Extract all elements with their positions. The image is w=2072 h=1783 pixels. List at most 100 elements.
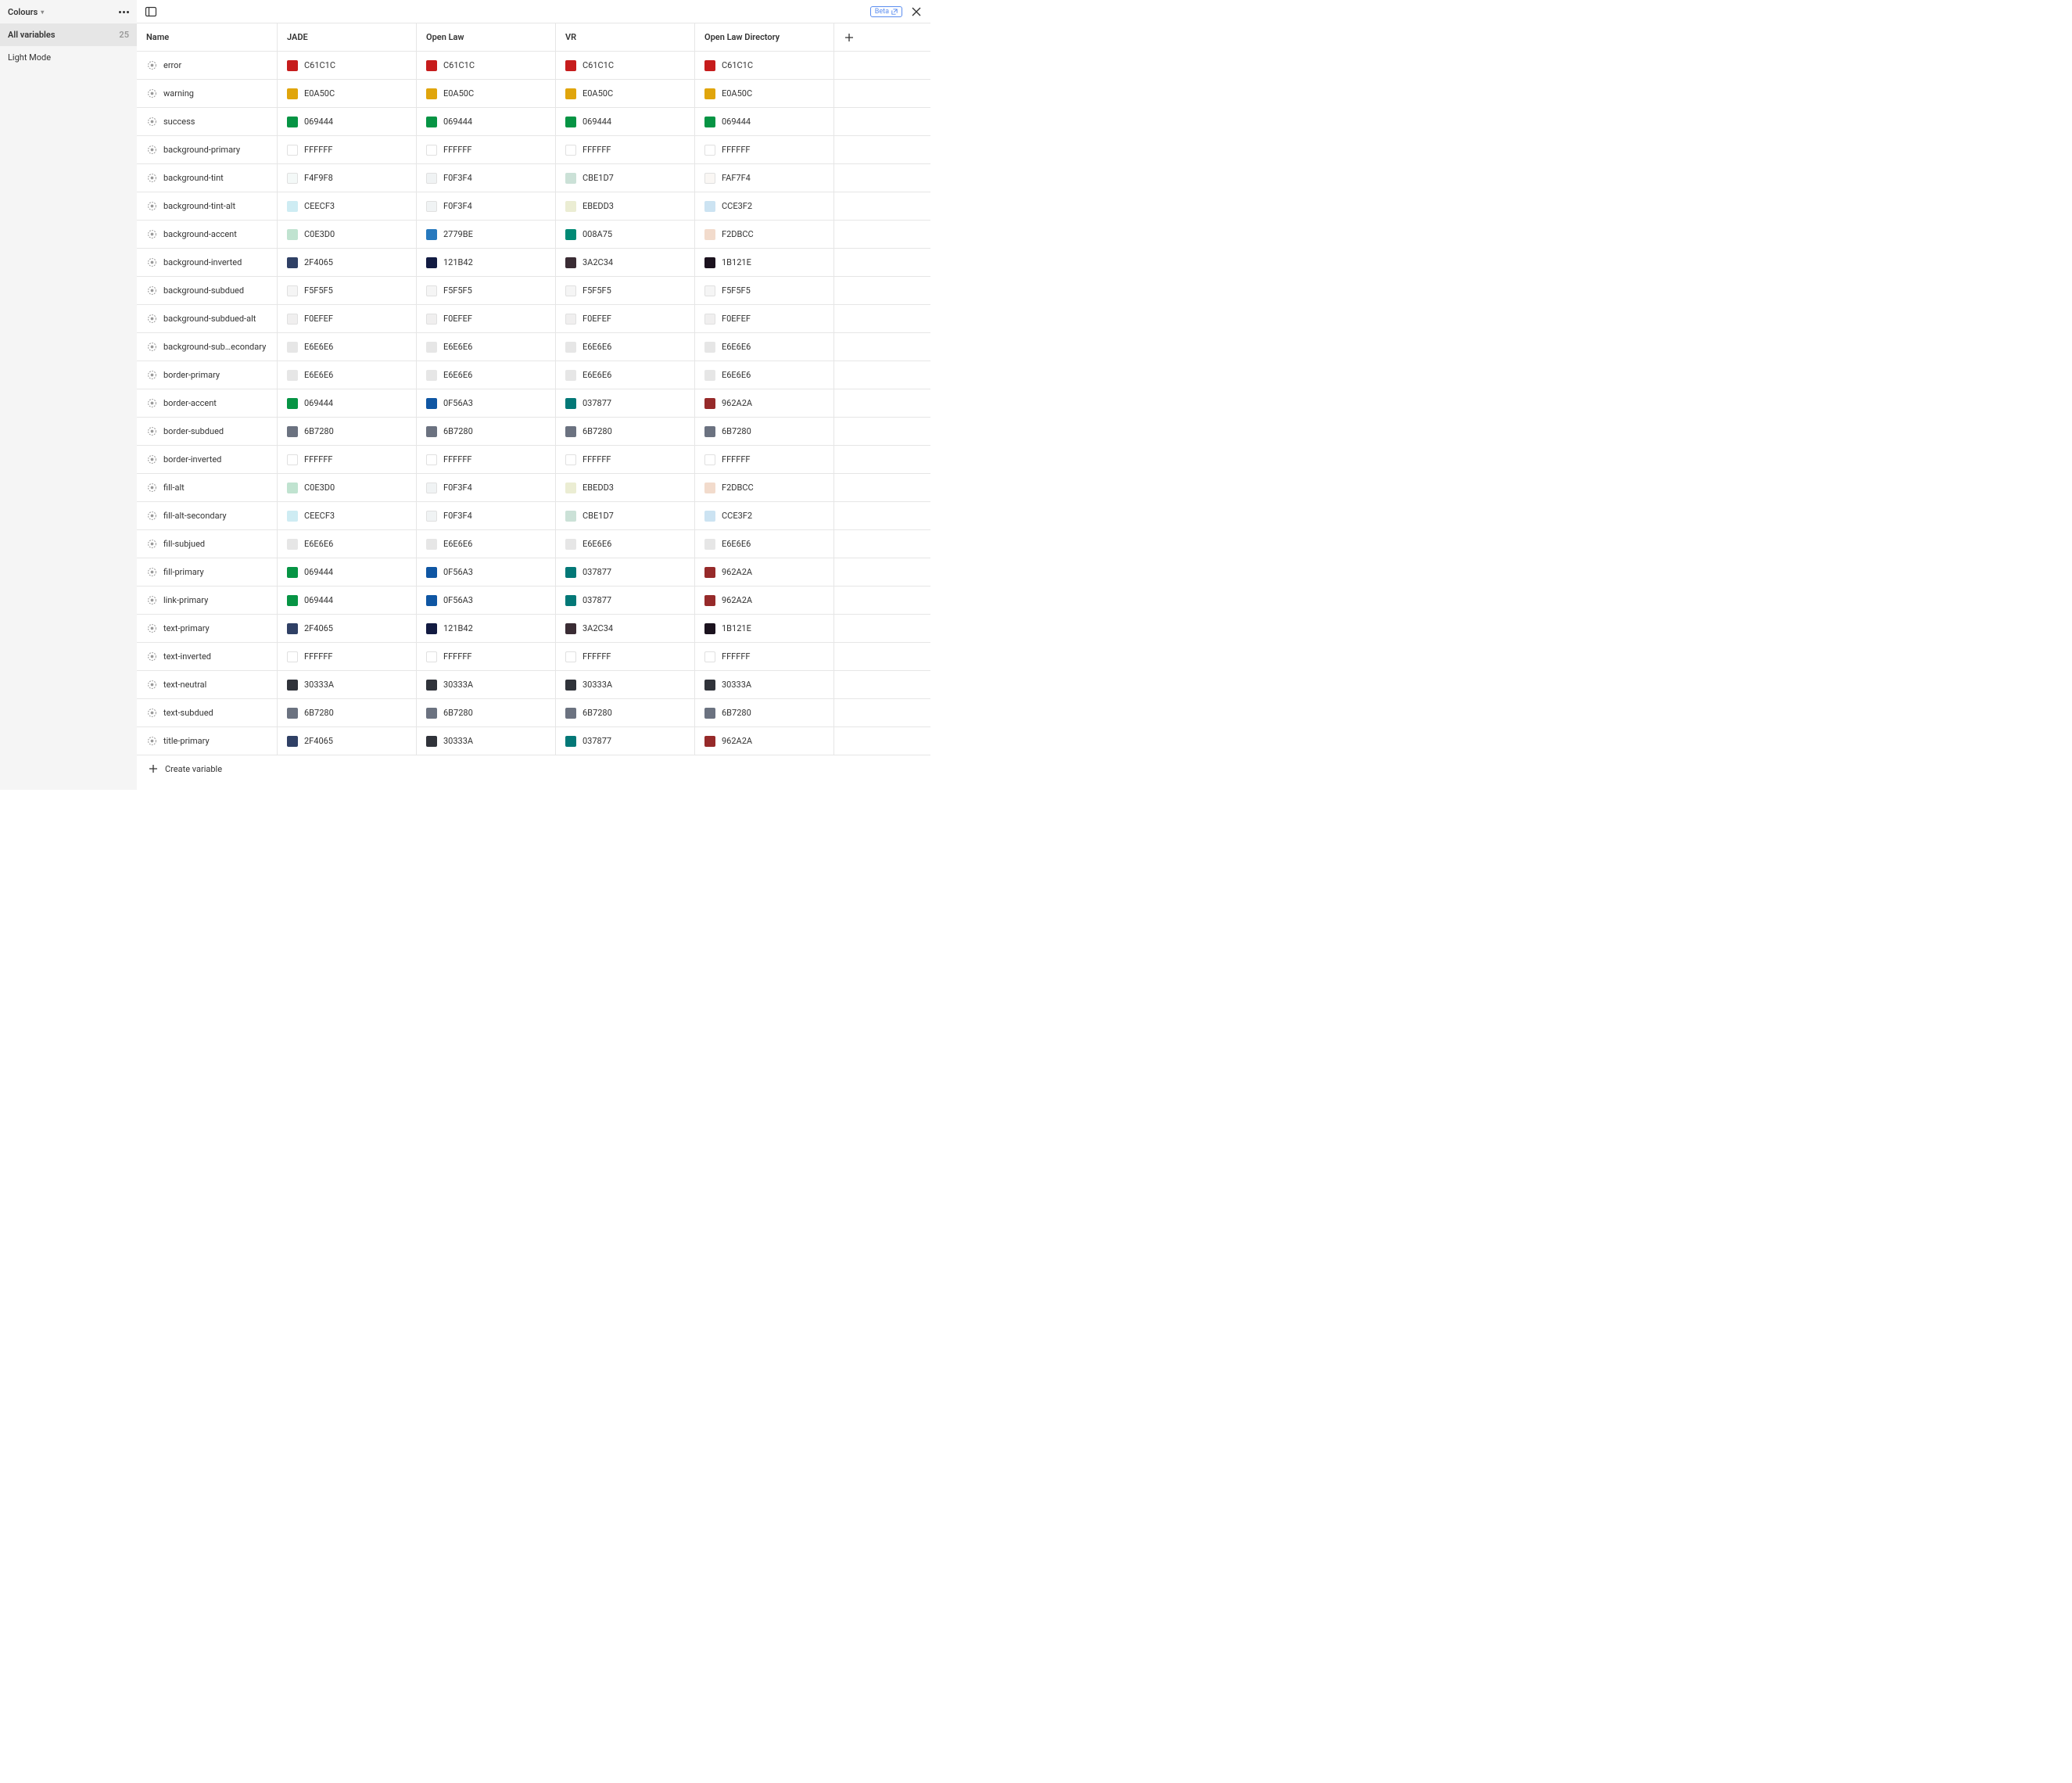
variable-name-cell[interactable]: background-subdued-alt — [137, 305, 278, 332]
variable-name-cell[interactable]: background-inverted — [137, 249, 278, 276]
color-value-cell[interactable]: FFFFFF — [556, 643, 695, 670]
color-value-cell[interactable]: EBEDD3 — [556, 474, 695, 501]
color-value-cell[interactable]: 069444 — [556, 108, 695, 135]
color-value-cell[interactable]: 1B121E — [695, 615, 834, 642]
variable-name-cell[interactable]: fill-alt — [137, 474, 278, 501]
color-value-cell[interactable]: E0A50C — [417, 80, 556, 107]
color-value-cell[interactable]: 30333A — [417, 727, 556, 755]
column-header-mode[interactable]: Open Law Directory — [695, 23, 834, 51]
sidebar-item-light-mode[interactable]: Light Mode — [0, 46, 137, 69]
color-value-cell[interactable]: CCE3F2 — [695, 192, 834, 220]
color-value-cell[interactable]: 962A2A — [695, 389, 834, 417]
variable-name-cell[interactable]: background-subdued — [137, 277, 278, 304]
color-value-cell[interactable]: FFFFFF — [417, 446, 556, 473]
color-value-cell[interactable]: E0A50C — [695, 80, 834, 107]
table-row[interactable]: background-tintF4F9F8F0F3F4CBE1D7FAF7F4 — [137, 164, 930, 192]
color-value-cell[interactable]: 0F56A3 — [417, 558, 556, 586]
table-row[interactable]: text-subdued6B72806B72806B72806B7280 — [137, 699, 930, 727]
color-value-cell[interactable]: 6B7280 — [556, 699, 695, 726]
color-value-cell[interactable]: EBEDD3 — [556, 192, 695, 220]
table-row[interactable]: background-primaryFFFFFFFFFFFFFFFFFFFFFF… — [137, 136, 930, 164]
color-value-cell[interactable]: 2F4065 — [278, 615, 417, 642]
color-value-cell[interactable]: E6E6E6 — [417, 361, 556, 389]
table-row[interactable]: background-accentC0E3D02779BE008A75F2DBC… — [137, 221, 930, 249]
color-value-cell[interactable]: 6B7280 — [556, 418, 695, 445]
variable-name-cell[interactable]: border-subdued — [137, 418, 278, 445]
color-value-cell[interactable]: 2F4065 — [278, 249, 417, 276]
color-value-cell[interactable]: 121B42 — [417, 615, 556, 642]
color-value-cell[interactable]: F0F3F4 — [417, 164, 556, 192]
color-value-cell[interactable]: F0EFEF — [556, 305, 695, 332]
table-row[interactable]: link-primary0694440F56A3037877962A2A — [137, 587, 930, 615]
variable-name-cell[interactable]: text-subdued — [137, 699, 278, 726]
color-value-cell[interactable]: 037877 — [556, 727, 695, 755]
variable-name-cell[interactable]: background-sub…econdary — [137, 333, 278, 361]
variable-name-cell[interactable]: fill-subjued — [137, 530, 278, 558]
variable-name-cell[interactable]: text-inverted — [137, 643, 278, 670]
color-value-cell[interactable]: 069444 — [278, 587, 417, 614]
variable-name-cell[interactable]: background-accent — [137, 221, 278, 248]
table-row[interactable]: errorC61C1CC61C1CC61C1CC61C1C — [137, 52, 930, 80]
color-value-cell[interactable]: CCE3F2 — [695, 502, 834, 529]
variable-name-cell[interactable]: border-primary — [137, 361, 278, 389]
variable-name-cell[interactable]: border-accent — [137, 389, 278, 417]
color-value-cell[interactable]: 6B7280 — [417, 699, 556, 726]
color-value-cell[interactable]: 0F56A3 — [417, 389, 556, 417]
color-value-cell[interactable]: CBE1D7 — [556, 502, 695, 529]
color-value-cell[interactable]: F0EFEF — [278, 305, 417, 332]
add-mode-column[interactable] — [834, 23, 930, 51]
color-value-cell[interactable]: FFFFFF — [278, 643, 417, 670]
color-value-cell[interactable]: CEECF3 — [278, 502, 417, 529]
color-value-cell[interactable]: F0EFEF — [695, 305, 834, 332]
color-value-cell[interactable]: E6E6E6 — [695, 361, 834, 389]
color-value-cell[interactable]: FFFFFF — [556, 136, 695, 163]
table-row[interactable]: background-tint-altCEECF3F0F3F4EBEDD3CCE… — [137, 192, 930, 221]
color-value-cell[interactable]: E6E6E6 — [556, 333, 695, 361]
color-value-cell[interactable]: F0F3F4 — [417, 502, 556, 529]
color-value-cell[interactable]: E0A50C — [556, 80, 695, 107]
color-value-cell[interactable]: 1B121E — [695, 249, 834, 276]
color-value-cell[interactable]: 3A2C34 — [556, 615, 695, 642]
variable-name-cell[interactable]: background-primary — [137, 136, 278, 163]
color-value-cell[interactable]: E0A50C — [278, 80, 417, 107]
color-value-cell[interactable]: E6E6E6 — [556, 530, 695, 558]
variable-name-cell[interactable]: link-primary — [137, 587, 278, 614]
color-value-cell[interactable]: E6E6E6 — [695, 530, 834, 558]
color-value-cell[interactable]: F5F5F5 — [695, 277, 834, 304]
variable-name-cell[interactable]: background-tint — [137, 164, 278, 192]
close-button[interactable] — [910, 5, 923, 18]
color-value-cell[interactable]: 069444 — [278, 558, 417, 586]
color-value-cell[interactable]: FFFFFF — [278, 446, 417, 473]
table-row[interactable]: fill-subjuedE6E6E6E6E6E6E6E6E6E6E6E6 — [137, 530, 930, 558]
color-value-cell[interactable]: 2779BE — [417, 221, 556, 248]
color-value-cell[interactable]: FFFFFF — [695, 136, 834, 163]
table-row[interactable]: fill-primary0694440F56A3037877962A2A — [137, 558, 930, 587]
table-row[interactable]: background-sub…econdaryE6E6E6E6E6E6E6E6E… — [137, 333, 930, 361]
table-row[interactable]: border-invertedFFFFFFFFFFFFFFFFFFFFFFFF — [137, 446, 930, 474]
variable-name-cell[interactable]: background-tint-alt — [137, 192, 278, 220]
table-row[interactable]: background-inverted2F4065121B423A2C341B1… — [137, 249, 930, 277]
color-value-cell[interactable]: 6B7280 — [695, 699, 834, 726]
variable-name-cell[interactable]: error — [137, 52, 278, 79]
color-value-cell[interactable]: 6B7280 — [695, 418, 834, 445]
variable-name-cell[interactable]: success — [137, 108, 278, 135]
color-value-cell[interactable]: FAF7F4 — [695, 164, 834, 192]
color-value-cell[interactable]: F4F9F8 — [278, 164, 417, 192]
color-value-cell[interactable]: FFFFFF — [556, 446, 695, 473]
color-value-cell[interactable]: 3A2C34 — [556, 249, 695, 276]
sidebar-item-all-variables[interactable]: All variables25 — [0, 23, 137, 46]
color-value-cell[interactable]: F2DBCC — [695, 474, 834, 501]
color-value-cell[interactable]: 30333A — [695, 671, 834, 698]
color-value-cell[interactable]: 962A2A — [695, 558, 834, 586]
column-header-name[interactable]: Name — [137, 23, 278, 51]
color-value-cell[interactable]: 069444 — [695, 108, 834, 135]
table-row[interactable]: text-primary2F4065121B423A2C341B121E — [137, 615, 930, 643]
color-value-cell[interactable]: 008A75 — [556, 221, 695, 248]
color-value-cell[interactable]: 069444 — [417, 108, 556, 135]
color-value-cell[interactable]: C61C1C — [417, 52, 556, 79]
color-value-cell[interactable]: F0F3F4 — [417, 192, 556, 220]
table-row[interactable]: warningE0A50CE0A50CE0A50CE0A50C — [137, 80, 930, 108]
color-value-cell[interactable]: 037877 — [556, 587, 695, 614]
color-value-cell[interactable]: E6E6E6 — [278, 530, 417, 558]
table-row[interactable]: border-accent0694440F56A3037877962A2A — [137, 389, 930, 418]
